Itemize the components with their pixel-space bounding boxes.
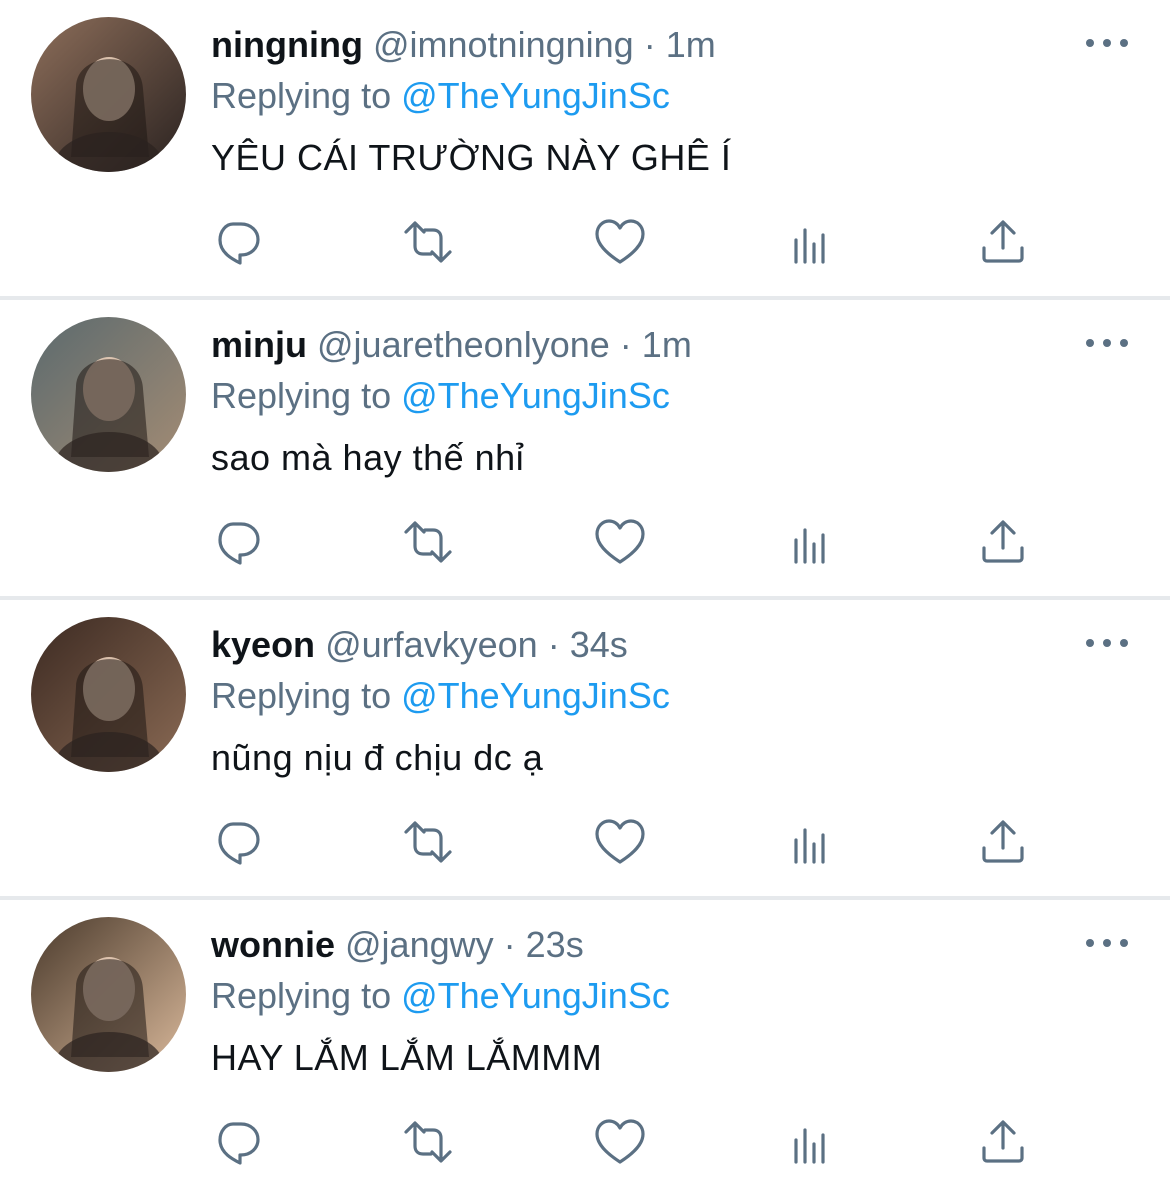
- tweet-header: wonnie @jangwy · 23s: [211, 922, 584, 968]
- reply-button[interactable]: [209, 1114, 265, 1170]
- replying-to: Replying to @TheYungJinSc: [211, 373, 670, 419]
- views-button[interactable]: [784, 1114, 840, 1170]
- reply-icon: [209, 814, 265, 870]
- timestamp[interactable]: 1m: [666, 24, 716, 65]
- display-name[interactable]: ningning: [211, 24, 363, 65]
- like-button[interactable]: [592, 214, 648, 270]
- reply-icon: [209, 214, 265, 270]
- more-options-button[interactable]: [1084, 328, 1130, 358]
- separator: ·: [643, 24, 656, 65]
- replying-to-label: Replying to: [211, 675, 392, 716]
- like-icon: [592, 814, 648, 870]
- views-button[interactable]: [784, 514, 840, 570]
- share-button[interactable]: [975, 514, 1031, 570]
- tweet-text: nũng nịu đ chịu dc ạ: [211, 737, 544, 778]
- tweet-text: YÊU CÁI TRƯỜNG NÀY GHÊ Í: [211, 137, 732, 178]
- retweet-button[interactable]: [400, 1114, 456, 1170]
- more-horizontal-icon: [1084, 939, 1130, 962]
- mention-link[interactable]: @TheYungJinSc: [401, 75, 670, 116]
- like-button[interactable]: [592, 514, 648, 570]
- replying-to-label: Replying to: [211, 975, 392, 1016]
- replying-to: Replying to @TheYungJinSc: [211, 73, 670, 119]
- display-name[interactable]: kyeon: [211, 624, 315, 665]
- retweet-button[interactable]: [400, 214, 456, 270]
- more-horizontal-icon: [1084, 339, 1130, 362]
- like-button[interactable]: [592, 814, 648, 870]
- username[interactable]: @juaretheonlyone: [317, 324, 610, 365]
- tweet-header: ningning @imnotningning · 1m: [211, 22, 716, 68]
- views-icon: [784, 1114, 840, 1170]
- more-horizontal-icon: [1084, 639, 1130, 662]
- views-button[interactable]: [784, 214, 840, 270]
- avatar[interactable]: [31, 617, 186, 772]
- views-icon: [784, 514, 840, 570]
- separator: ·: [619, 324, 632, 365]
- like-icon: [592, 1114, 648, 1170]
- display-name[interactable]: minju: [211, 324, 307, 365]
- more-horizontal-icon: [1084, 39, 1130, 62]
- avatar[interactable]: [31, 317, 186, 472]
- more-options-button[interactable]: [1084, 928, 1130, 958]
- timestamp[interactable]: 1m: [642, 324, 692, 365]
- tweet-text: HAY LẮM LẮM LẮMMM: [211, 1037, 603, 1078]
- reply-icon: [209, 514, 265, 570]
- reply-button[interactable]: [209, 814, 265, 870]
- tweet-text: sao mà hay thế nhỉ: [211, 437, 525, 478]
- tweet-reply[interactable]: ningning @imnotningning · 1m Replying to …: [0, 0, 1170, 300]
- retweet-icon: [400, 814, 456, 870]
- more-options-button[interactable]: [1084, 28, 1130, 58]
- more-options-button[interactable]: [1084, 628, 1130, 658]
- username[interactable]: @urfavkyeon: [325, 624, 538, 665]
- share-button[interactable]: [975, 814, 1031, 870]
- timestamp[interactable]: 34s: [570, 624, 628, 665]
- tweet-reply[interactable]: minju @juaretheonlyone · 1m Replying to @…: [0, 300, 1170, 600]
- replying-to: Replying to @TheYungJinSc: [211, 973, 670, 1019]
- like-icon: [592, 214, 648, 270]
- tweet-reply[interactable]: kyeon @urfavkyeon · 34s Replying to @TheY…: [0, 600, 1170, 900]
- tweet-reply[interactable]: wonnie @jangwy · 23s Replying to @TheYung…: [0, 900, 1170, 1179]
- views-button[interactable]: [784, 814, 840, 870]
- username[interactable]: @imnotningning: [373, 24, 634, 65]
- replying-to-label: Replying to: [211, 375, 392, 416]
- share-icon: [975, 1114, 1031, 1170]
- timestamp[interactable]: 23s: [526, 924, 584, 965]
- separator: ·: [547, 624, 560, 665]
- avatar[interactable]: [31, 917, 186, 1072]
- retweet-icon: [400, 1114, 456, 1170]
- tweet-header: kyeon @urfavkyeon · 34s: [211, 622, 628, 668]
- views-icon: [784, 814, 840, 870]
- mention-link[interactable]: @TheYungJinSc: [401, 975, 670, 1016]
- mention-link[interactable]: @TheYungJinSc: [401, 375, 670, 416]
- share-button[interactable]: [975, 214, 1031, 270]
- like-icon: [592, 514, 648, 570]
- replying-to: Replying to @TheYungJinSc: [211, 673, 670, 719]
- separator: ·: [503, 924, 516, 965]
- share-icon: [975, 514, 1031, 570]
- share-icon: [975, 214, 1031, 270]
- replying-to-label: Replying to: [211, 75, 392, 116]
- reply-button[interactable]: [209, 514, 265, 570]
- reply-icon: [209, 1114, 265, 1170]
- share-button[interactable]: [975, 1114, 1031, 1170]
- display-name[interactable]: wonnie: [211, 924, 335, 965]
- retweet-icon: [400, 214, 456, 270]
- like-button[interactable]: [592, 1114, 648, 1170]
- mention-link[interactable]: @TheYungJinSc: [401, 675, 670, 716]
- retweet-button[interactable]: [400, 514, 456, 570]
- share-icon: [975, 814, 1031, 870]
- retweet-button[interactable]: [400, 814, 456, 870]
- reply-button[interactable]: [209, 214, 265, 270]
- views-icon: [784, 214, 840, 270]
- tweet-header: minju @juaretheonlyone · 1m: [211, 322, 692, 368]
- username[interactable]: @jangwy: [345, 924, 494, 965]
- avatar[interactable]: [31, 17, 186, 172]
- retweet-icon: [400, 514, 456, 570]
